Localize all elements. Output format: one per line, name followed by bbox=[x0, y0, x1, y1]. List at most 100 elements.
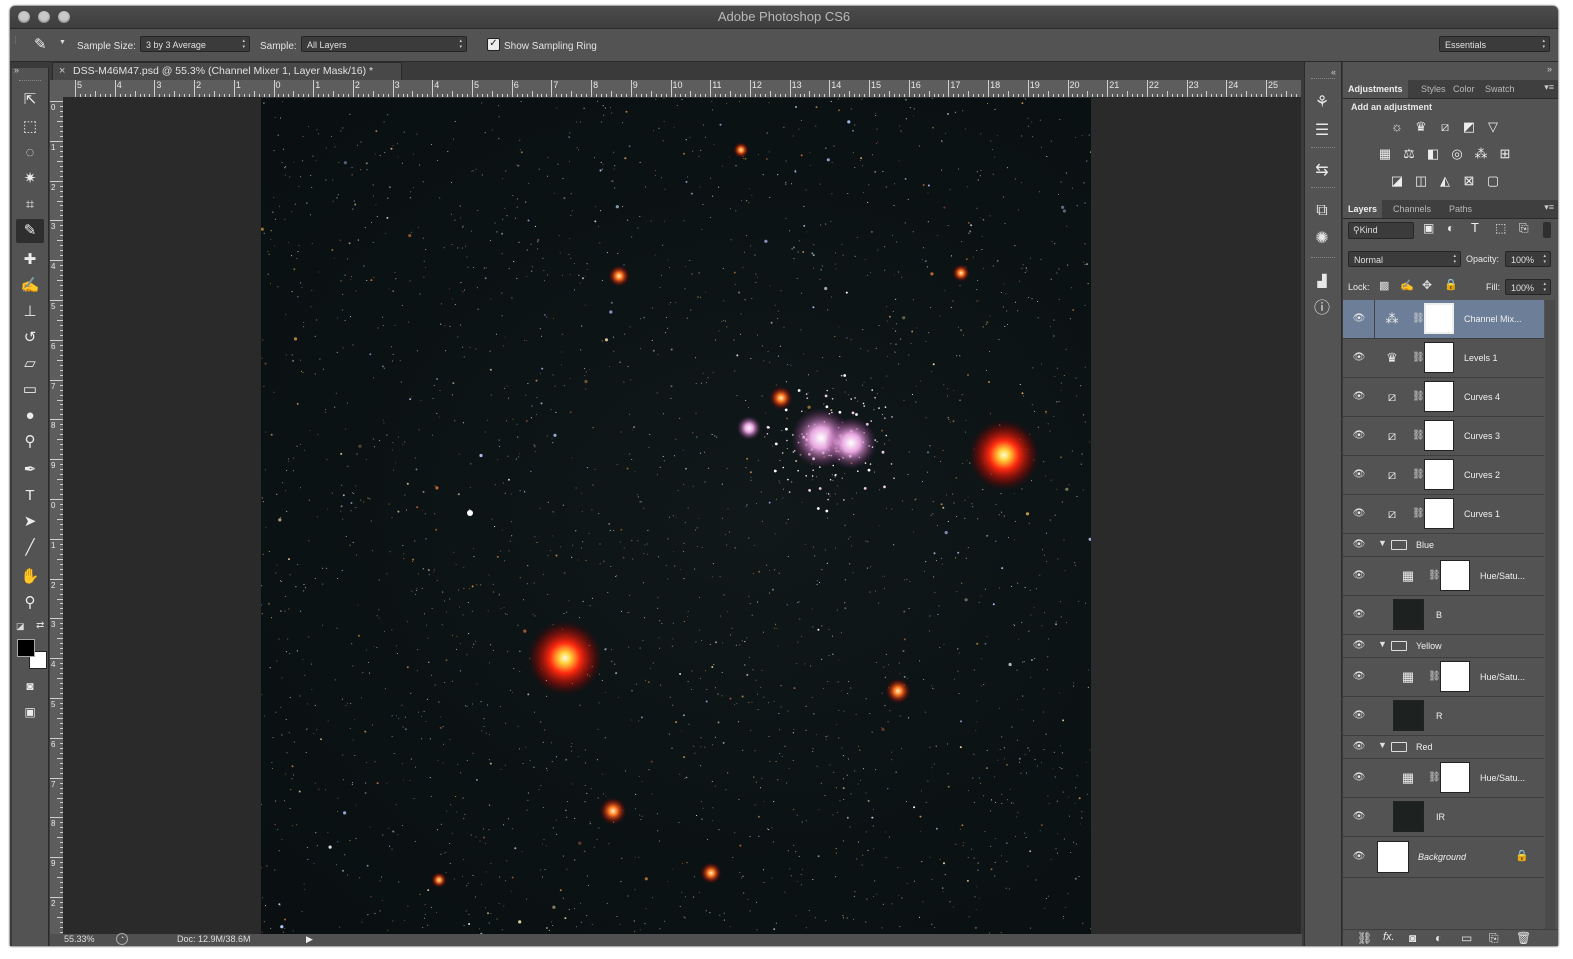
lock-pixels-icon[interactable]: ✍ bbox=[1400, 279, 1414, 292]
layer-group-row[interactable]: 👁 ▼ Red bbox=[1343, 736, 1544, 759]
magic-wand-tool-icon[interactable]: ✷ bbox=[16, 167, 44, 191]
link-icon[interactable]: ⛓ bbox=[1412, 351, 1425, 365]
layer-row[interactable]: 👁 R bbox=[1343, 697, 1544, 736]
healing-brush-tool-icon[interactable]: ✚ bbox=[16, 248, 44, 272]
layer-row[interactable]: 👁 ⧄ ⛓ Curves 4 bbox=[1343, 378, 1544, 417]
vertical-ruler[interactable]: 0123456789012345678920 bbox=[50, 97, 64, 934]
color-lookup-icon[interactable]: ⊞ bbox=[1496, 146, 1514, 162]
visibility-eye-icon[interactable]: 👁 bbox=[1352, 772, 1366, 784]
tab-layers[interactable]: Layers bbox=[1343, 200, 1383, 218]
visibility-eye-icon[interactable]: 👁 bbox=[1352, 811, 1366, 823]
layer-name[interactable]: Hue/Satu... bbox=[1480, 571, 1525, 581]
lock-all-icon[interactable]: 🔒 bbox=[1444, 278, 1458, 291]
eyedropper-tool-icon[interactable]: ✎ bbox=[16, 219, 44, 243]
layer-mask-thumbnail[interactable] bbox=[1424, 459, 1454, 490]
layer-row[interactable]: 👁 ▦ ⛓ Hue/Satu... bbox=[1343, 557, 1544, 596]
visibility-eye-icon[interactable]: 👁 bbox=[1352, 609, 1366, 621]
clone-source-icon[interactable]: ⧉ bbox=[1311, 200, 1333, 222]
swap-colors-icon[interactable]: ⇄ bbox=[36, 620, 44, 631]
layer-name[interactable]: Curves 2 bbox=[1464, 470, 1500, 480]
tab-channels[interactable]: Channels bbox=[1388, 200, 1436, 218]
layer-thumbnail[interactable] bbox=[1393, 801, 1424, 832]
eraser-tool-icon[interactable]: ▱ bbox=[16, 352, 44, 376]
fill-input[interactable]: 100% bbox=[1505, 279, 1551, 295]
delete-layer-icon[interactable]: 🗑 bbox=[1516, 931, 1531, 945]
layer-name[interactable]: Hue/Satu... bbox=[1480, 773, 1525, 783]
dodge-tool-icon[interactable]: ⚲ bbox=[16, 430, 44, 454]
layer-name[interactable]: Channel Mix... bbox=[1464, 314, 1522, 324]
layer-mask-thumbnail[interactable] bbox=[1424, 303, 1454, 334]
threshold-icon[interactable]: ◭ bbox=[1436, 173, 1454, 189]
visibility-eye-icon[interactable]: 👁 bbox=[1352, 710, 1366, 722]
zoom-tool-icon[interactable]: ⚲ bbox=[16, 591, 44, 615]
link-icon[interactable]: ⛓ bbox=[1412, 312, 1425, 326]
layer-row[interactable]: 👁 B bbox=[1343, 596, 1544, 635]
filter-adjustment-icon[interactable]: ◐ bbox=[1447, 221, 1454, 235]
adjustments-menu-icon[interactable]: ▾≡ bbox=[1544, 82, 1554, 93]
layer-mask-thumbnail[interactable] bbox=[1424, 420, 1454, 451]
group-disclosure-icon[interactable]: ▼ bbox=[1378, 740, 1387, 750]
clone-stamp-tool-icon[interactable]: ⊥ bbox=[16, 300, 44, 324]
layer-name[interactable]: Background bbox=[1418, 852, 1466, 862]
type-tool-icon[interactable]: T bbox=[16, 484, 44, 508]
exposure-icon[interactable]: ◩ bbox=[1460, 119, 1478, 135]
vibrance-icon[interactable]: ▽ bbox=[1484, 119, 1502, 135]
curves-icon[interactable]: ⧄ bbox=[1436, 119, 1454, 135]
layer-name[interactable]: Levels 1 bbox=[1464, 353, 1498, 363]
lock-position-icon[interactable]: ✥ bbox=[1422, 278, 1432, 292]
layer-mask-thumbnail[interactable] bbox=[1440, 560, 1470, 591]
layer-row[interactable]: 👁 IR bbox=[1343, 798, 1544, 837]
layer-thumbnail[interactable] bbox=[1377, 841, 1409, 873]
move-tool-icon[interactable]: ⇱ bbox=[16, 88, 44, 112]
layer-name[interactable]: R bbox=[1436, 711, 1443, 721]
eyedropper-preset-icon[interactable]: ✎ bbox=[34, 35, 47, 53]
group-name[interactable]: Red bbox=[1416, 742, 1433, 752]
group-disclosure-icon[interactable]: ▼ bbox=[1378, 538, 1387, 548]
tab-swatches[interactable]: Swatch bbox=[1480, 80, 1520, 98]
layer-filter-select[interactable]: ⚲Kind bbox=[1348, 222, 1414, 239]
toolbox-collapse-icon[interactable]: » bbox=[14, 65, 19, 75]
link-layers-icon[interactable]: ⛓ bbox=[1357, 931, 1372, 945]
marquee-tool-icon[interactable]: ⬚ bbox=[16, 115, 44, 139]
panels-expand-icon[interactable]: » bbox=[1547, 64, 1552, 74]
new-group-icon[interactable]: ▭ bbox=[1461, 931, 1472, 945]
line-tool-icon[interactable]: ╱ bbox=[16, 536, 44, 560]
new-adjustment-layer-icon[interactable]: ◐ bbox=[1435, 931, 1442, 945]
link-icon[interactable]: ⛓ bbox=[1412, 507, 1425, 521]
levels-icon[interactable]: ♛ bbox=[1412, 119, 1430, 135]
layer-row[interactable]: 👁 ⧄ ⛓ Curves 1 bbox=[1343, 495, 1544, 534]
layer-row[interactable]: 👁 ⧄ ⛓ Curves 3 bbox=[1343, 417, 1544, 456]
brightness-contrast-icon[interactable]: ☼ bbox=[1388, 119, 1406, 135]
group-disclosure-icon[interactable]: ▼ bbox=[1378, 639, 1387, 649]
layer-name[interactable]: IR bbox=[1436, 812, 1445, 822]
status-menu-arrow-icon[interactable]: ▶ bbox=[306, 934, 313, 945]
layer-group-row[interactable]: 👁 ▼ Blue bbox=[1343, 534, 1544, 557]
selective-color-icon[interactable]: ▢ bbox=[1484, 173, 1502, 189]
visibility-eye-icon[interactable]: 👁 bbox=[1352, 570, 1366, 582]
layer-name[interactable]: Curves 3 bbox=[1464, 431, 1500, 441]
sample-select[interactable]: All Layers bbox=[301, 36, 467, 52]
group-name[interactable]: Yellow bbox=[1416, 641, 1442, 651]
ruler-origin[interactable] bbox=[50, 80, 64, 98]
visibility-eye-icon[interactable]: 👁 bbox=[1352, 391, 1366, 403]
sample-size-select[interactable]: 3 by 3 Average bbox=[140, 36, 250, 52]
history-icon[interactable]: ⇆ bbox=[1311, 160, 1333, 182]
layer-mask-thumbnail[interactable] bbox=[1424, 498, 1454, 529]
close-document-icon[interactable]: × bbox=[59, 63, 65, 80]
tab-styles[interactable]: Styles bbox=[1416, 80, 1451, 98]
path-selection-tool-icon[interactable]: ➤ bbox=[16, 510, 44, 534]
gradient-tool-icon[interactable]: ▭ bbox=[16, 378, 44, 402]
layer-mask-thumbnail[interactable] bbox=[1440, 661, 1470, 692]
layer-name[interactable]: Curves 1 bbox=[1464, 509, 1500, 519]
add-mask-icon[interactable]: ◙ bbox=[1409, 931, 1416, 945]
filter-type-icon[interactable]: T bbox=[1471, 220, 1479, 235]
lasso-tool-icon[interactable]: ◌ bbox=[16, 141, 44, 165]
show-sampling-ring-checkbox[interactable]: ✓ bbox=[487, 38, 500, 51]
layer-row[interactable]: 👁 ⧄ ⛓ Curves 2 bbox=[1343, 456, 1544, 495]
group-name[interactable]: Blue bbox=[1416, 540, 1434, 550]
lock-transparent-icon[interactable]: ▩ bbox=[1379, 279, 1389, 292]
link-icon[interactable]: ⛓ bbox=[1428, 670, 1441, 684]
crop-tool-icon[interactable]: ⌗ bbox=[16, 193, 44, 217]
astro-image[interactable] bbox=[261, 98, 1091, 934]
tab-adjustments[interactable]: Adjustments bbox=[1343, 80, 1408, 98]
